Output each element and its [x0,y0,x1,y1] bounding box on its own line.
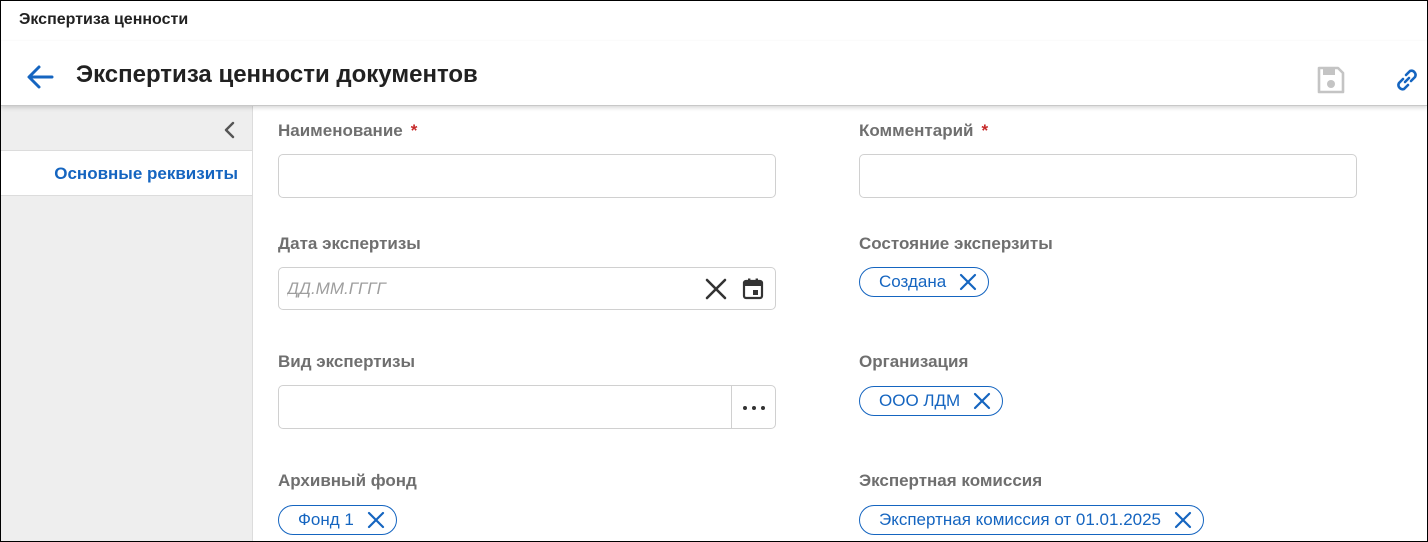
page-header: Экспертиза ценности документов [1,41,1427,106]
remove-chip-icon[interactable] [958,272,978,292]
commission-label: Экспертная комиссия [859,471,1043,490]
chevron-left-icon [224,121,235,139]
type-input[interactable] [278,385,732,429]
sidebar: Основные реквизиты [1,106,253,541]
chip-label: Фонд 1 [298,510,354,529]
sidebar-item-main-details[interactable]: Основные реквизиты [1,150,252,196]
copy-link-button[interactable] [1392,65,1422,95]
link-icon [1397,69,1417,91]
state-label: Состояние эксперзиты [859,234,1053,253]
comment-label: Комментарий * [859,121,988,141]
name-label: Наименование * [278,121,417,141]
save-button[interactable] [1316,65,1346,95]
date-field [278,267,776,310]
name-input[interactable] [278,154,776,198]
name-label-text: Наименование [278,121,403,140]
type-field [278,385,776,429]
remove-chip-icon[interactable] [1173,510,1193,530]
page-title: Экспертиза ценности документов [76,61,478,88]
back-button[interactable] [25,63,55,91]
chip-label: Создана [879,272,947,291]
required-mark: * [410,121,418,140]
date-label: Дата экспертизы [278,234,421,253]
calendar-icon[interactable] [741,277,765,301]
state-chip: Создана [859,267,990,297]
clear-icon[interactable] [705,278,727,300]
chip-label: Экспертная комиссия от 01.01.2025 [879,510,1162,529]
chip-label: ООО ЛДМ [879,391,961,410]
type-label: Вид экспертизы [278,352,415,371]
organization-chip: ООО ЛДМ [859,386,1004,416]
window-title: Экспертиза ценности [19,11,189,28]
sidebar-item-label: Основные реквизиты [54,164,238,183]
fund-label: Архивный фонд [278,471,417,490]
arrow-left-icon [27,65,54,89]
remove-chip-icon[interactable] [972,391,992,411]
comment-input[interactable] [859,154,1357,198]
save-icon [1317,66,1345,94]
comment-label-text: Комментарий [859,121,974,140]
more-icon [743,406,765,410]
collapse-sidebar-button[interactable] [220,118,240,142]
type-lookup-button[interactable] [731,385,776,429]
fund-chip: Фонд 1 [278,505,397,535]
required-mark: * [981,121,989,140]
date-input[interactable] [279,268,695,309]
commission-chip: Экспертная комиссия от 01.01.2025 [859,505,1205,535]
remove-chip-icon[interactable] [366,510,386,530]
window: Экспертиза ценности Экспертиза ценности … [0,0,1428,542]
organization-label: Организация [859,352,969,371]
